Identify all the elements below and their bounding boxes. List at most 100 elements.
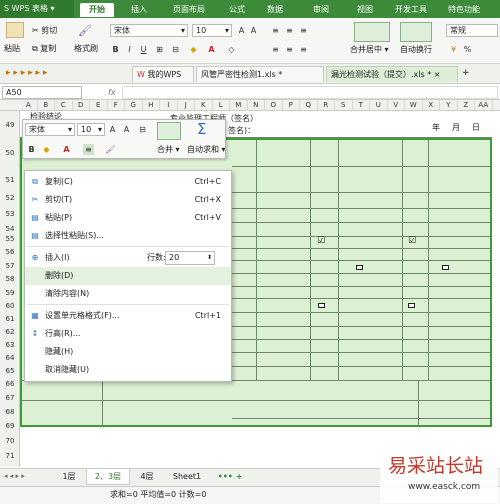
italic-button[interactable]: I — [124, 44, 135, 55]
row-number-52[interactable]: 52 — [0, 193, 20, 204]
mini-grow-font-button[interactable]: A — [107, 124, 118, 135]
merge-center-icon[interactable] — [354, 22, 390, 42]
currency-button[interactable]: ¥ — [448, 44, 459, 55]
align-left-button[interactable]: ≡ — [270, 44, 281, 55]
row-number-71[interactable]: 71 — [0, 451, 20, 462]
tab-insert[interactable]: 插入 — [122, 3, 156, 17]
underline-button[interactable]: U — [138, 44, 149, 55]
column-header-H[interactable]: H — [143, 100, 160, 111]
row-number-64[interactable]: 64 — [0, 353, 20, 364]
checked-box-icon[interactable]: ☑ — [408, 236, 416, 246]
row-number-65[interactable]: 65 — [0, 366, 20, 377]
column-header-M[interactable]: M — [230, 100, 248, 111]
folder-icon[interactable]: ▸ ▸ ▸ ▸ ▸ ▸ — [6, 68, 47, 78]
mini-fill-color-button[interactable]: ◆ — [41, 144, 52, 155]
column-header-C[interactable]: C — [55, 100, 73, 111]
row-number-69[interactable]: 69 — [0, 421, 20, 432]
menu-hide[interactable]: 隐藏(H) — [25, 343, 231, 361]
cut-button[interactable]: ✂ 剪切 — [32, 26, 57, 36]
column-header-X[interactable]: X — [423, 100, 440, 111]
merge-cells-button[interactable]: ⊟ — [170, 44, 181, 55]
mini-bold-button[interactable]: B — [26, 144, 37, 155]
row-number-57[interactable]: 57 — [0, 261, 20, 272]
column-header-D[interactable]: D — [73, 100, 90, 111]
spinner-icon[interactable]: ⬍ — [207, 252, 212, 263]
sheet-tab-2-3[interactable]: 2、3层 — [86, 469, 130, 485]
font-color-button[interactable]: A — [206, 44, 217, 55]
row-number-56[interactable]: 56 — [0, 247, 20, 258]
tab-data[interactable]: 数据 — [260, 3, 290, 17]
checkbox-icon[interactable] — [318, 303, 325, 308]
tab-page-layout[interactable]: 页面布局 — [164, 3, 214, 17]
tab-formula[interactable]: 公式 — [222, 3, 252, 17]
sheet-tab-4[interactable]: 4层 — [134, 469, 160, 485]
row-number-59[interactable]: 59 — [0, 288, 20, 299]
mini-autosum-button[interactable]: 自动求和 ▾ — [187, 145, 226, 155]
format-painter-button[interactable]: 格式刷 — [74, 44, 98, 54]
column-header-R[interactable]: R — [318, 100, 335, 111]
wrap-text-button[interactable]: 自动换行 — [400, 45, 432, 55]
column-header-Q[interactable]: Q — [300, 100, 318, 111]
mini-merge-button[interactable]: 合并 ▾ — [157, 145, 180, 155]
name-box[interactable]: A50 — [2, 86, 82, 99]
menu-unhide[interactable]: 取消隐藏(U) — [25, 361, 231, 379]
align-center-button[interactable]: ≡ — [284, 44, 295, 55]
mini-align-button[interactable]: ≡ — [83, 144, 94, 155]
row-number-68[interactable]: 68 — [0, 407, 20, 418]
row-number-66[interactable]: 66 — [0, 379, 20, 390]
mini-size-select[interactable]: 10 ▾ — [77, 123, 105, 136]
copy-button[interactable]: ⧉ 复制 — [32, 44, 56, 54]
checkbox-icon[interactable] — [408, 303, 415, 308]
row-number-63[interactable]: 63 — [0, 340, 20, 351]
paste-icon[interactable] — [6, 22, 24, 38]
row-number-67[interactable]: 67 — [0, 393, 20, 404]
column-header-L[interactable]: L — [213, 100, 230, 111]
doc-tab-file2[interactable]: 漏光检测试验（提交）.xls * × — [326, 66, 458, 82]
doc-tab-file1[interactable]: 风管严密性检测1.xls * — [196, 66, 324, 82]
column-header-S[interactable]: S — [335, 100, 353, 111]
menu-paste-special[interactable]: ▤ 选择性粘贴(S)... — [25, 227, 231, 245]
sheet-nav-icon[interactable]: ◂ ◂ ▸ ▸ — [4, 472, 25, 480]
column-header-P[interactable]: P — [283, 100, 300, 111]
app-menu-button[interactable]: S WPS 表格 ▾ — [0, 0, 74, 18]
align-right-button[interactable]: ≡ — [298, 44, 309, 55]
mini-shrink-font-button[interactable]: A — [121, 124, 132, 135]
checkbox-icon[interactable] — [442, 265, 449, 270]
menu-copy[interactable]: ⧉ 复制(C) Ctrl+C — [25, 173, 231, 191]
menu-delete[interactable]: 删除(D) — [25, 267, 231, 285]
menu-clear-contents[interactable]: 清除内容(N) — [25, 285, 231, 303]
rows-count-input[interactable]: 20 ⬍ — [165, 251, 215, 265]
row-number-55[interactable]: 55 — [0, 234, 20, 245]
column-header-U[interactable]: U — [370, 100, 388, 111]
checkbox-icon[interactable] — [356, 265, 363, 270]
border-button[interactable]: ⊞ — [154, 44, 165, 55]
bold-button[interactable]: B — [110, 44, 121, 55]
tab-review[interactable]: 审阅 — [306, 3, 336, 17]
column-header-AA[interactable]: AA — [475, 100, 493, 111]
tab-home[interactable]: 开始 — [80, 3, 114, 17]
font-family-select[interactable]: 宋体 ▾ — [110, 24, 188, 37]
shrink-font-button[interactable]: A — [248, 25, 259, 36]
row-number-49[interactable]: 49 — [0, 120, 20, 131]
mini-font-select[interactable]: 宋体 ▾ — [25, 123, 75, 136]
align-middle-button[interactable]: ≡ — [284, 25, 295, 36]
tab-special[interactable]: 特色功能 — [440, 3, 488, 17]
tab-view[interactable]: 视图 — [350, 3, 380, 17]
column-header-A[interactable]: A — [20, 100, 38, 111]
sheet-tab-1[interactable]: 1层 — [56, 469, 82, 485]
number-format-select[interactable]: 常规 — [446, 24, 498, 37]
menu-cut[interactable]: ✂ 剪切(T) Ctrl+X — [25, 191, 231, 209]
row-number-58[interactable]: 58 — [0, 274, 20, 285]
row-number-50[interactable]: 50 — [0, 148, 20, 159]
column-header-T[interactable]: T — [353, 100, 370, 111]
column-header-I[interactable]: I — [160, 100, 178, 111]
wrap-text-icon[interactable] — [400, 22, 432, 42]
merge-center-button[interactable]: 合并居中 ▾ — [350, 45, 389, 55]
column-header-B[interactable]: B — [38, 100, 55, 111]
mini-merge-icon[interactable] — [157, 122, 181, 140]
column-header-G[interactable]: G — [125, 100, 143, 111]
menu-row-height[interactable]: ↕ 行高(R)... — [25, 325, 231, 343]
formula-input[interactable] — [122, 86, 498, 99]
row-number-51[interactable]: 51 — [0, 175, 20, 186]
new-tab-button[interactable]: + — [462, 68, 470, 78]
